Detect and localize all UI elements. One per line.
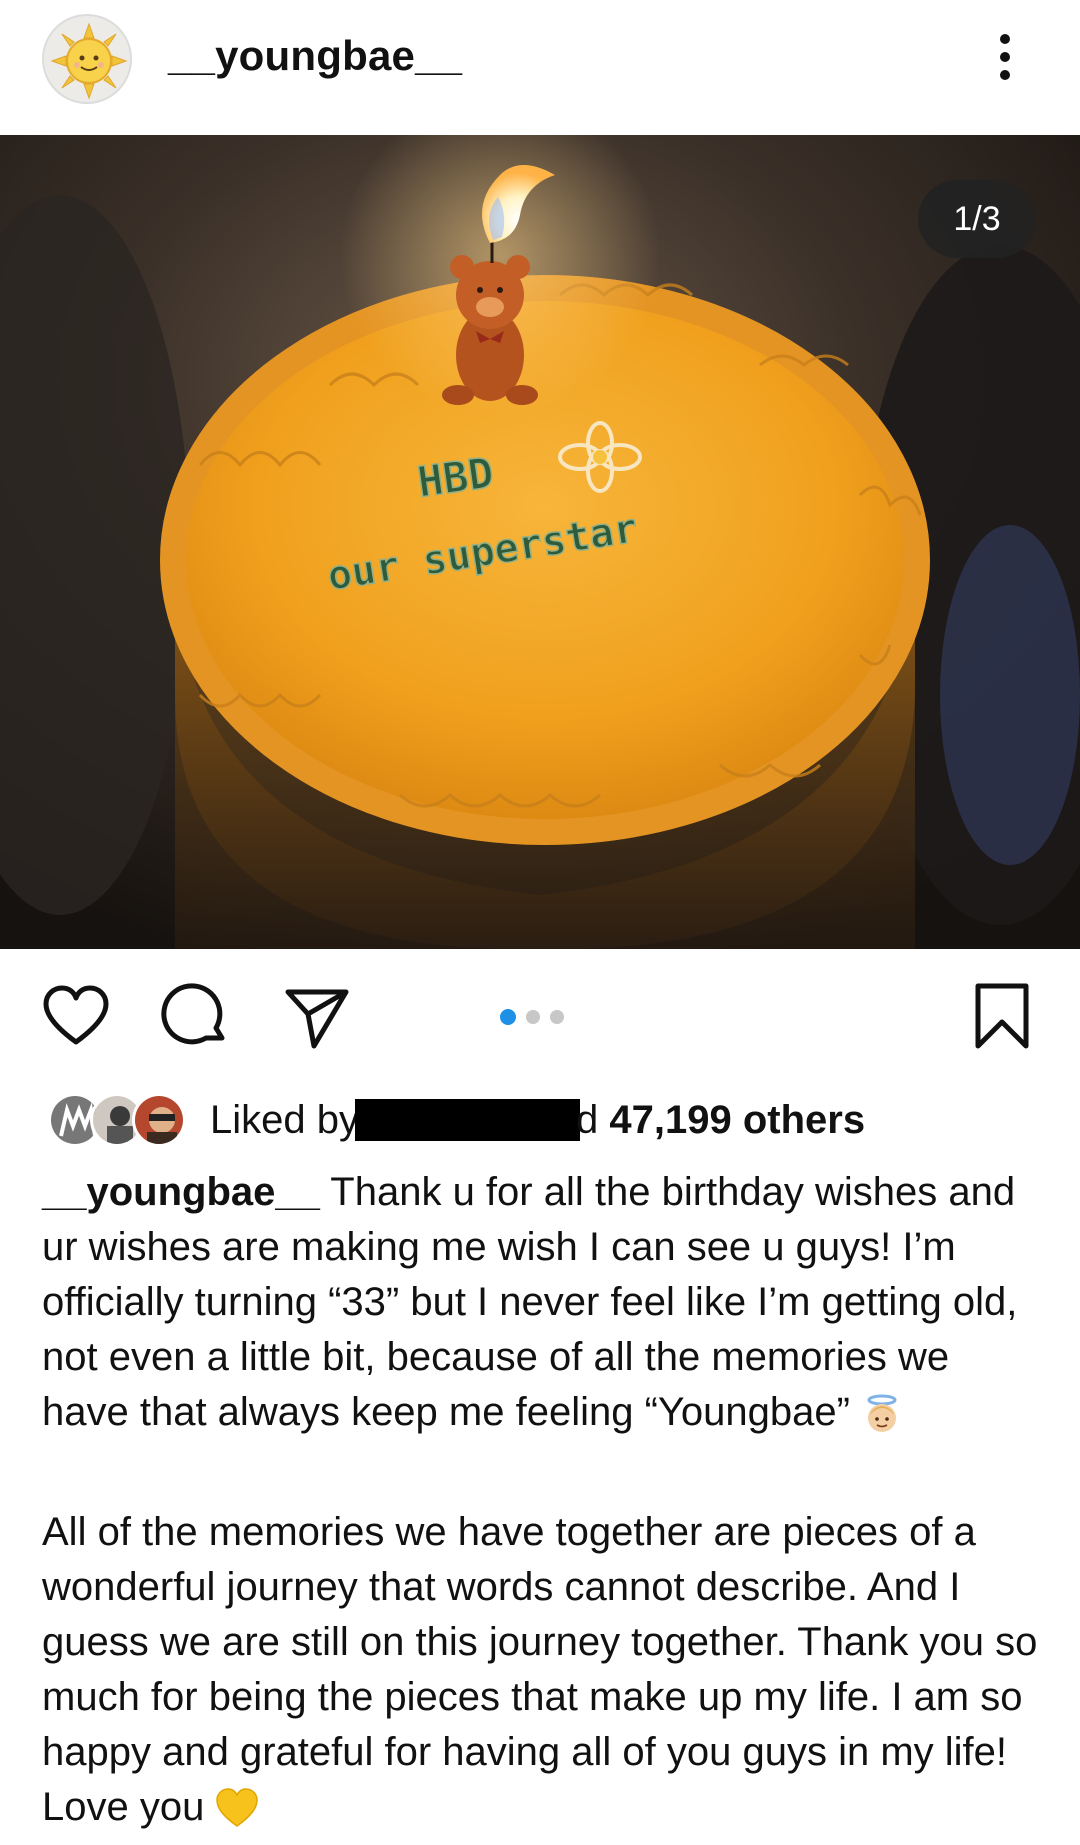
- send-icon[interactable]: [280, 980, 352, 1052]
- sun-avatar-icon: [44, 16, 130, 102]
- cake-photo: HBD our superstar: [0, 135, 1080, 949]
- heart-icon[interactable]: [40, 980, 112, 1052]
- bookmark-icon[interactable]: [966, 980, 1038, 1052]
- liked-by-text[interactable]: Liked by d 47,199 others: [210, 1098, 865, 1143]
- liker-avatar: [132, 1093, 186, 1147]
- redacted-username: [354, 1099, 580, 1141]
- liked-by-prefix: Liked by: [210, 1098, 359, 1142]
- cake-message-line1: HBD: [415, 448, 497, 507]
- likes-count[interactable]: 47,199 others: [609, 1098, 865, 1142]
- action-bar: [0, 970, 1080, 1060]
- post-photo[interactable]: HBD our superstar: [0, 135, 1080, 949]
- caption-paragraph-2: All of the memories we have together are…: [42, 1505, 1042, 1845]
- caption-paragraph-1: __youngbae__ Thank u for all the birthda…: [42, 1165, 1042, 1450]
- post-caption: __youngbae__ Thank u for all the birthda…: [42, 1165, 1042, 1845]
- carousel-dot[interactable]: [526, 1010, 540, 1024]
- carousel-dot-active[interactable]: [500, 1009, 516, 1025]
- post-username[interactable]: __youngbae__: [168, 32, 462, 80]
- comment-icon[interactable]: [160, 980, 232, 1052]
- profile-avatar[interactable]: [42, 14, 132, 104]
- caption-author[interactable]: __youngbae__: [42, 1170, 320, 1214]
- slide-counter: 1/3: [918, 180, 1036, 258]
- likes-row[interactable]: Liked by d 47,199 others: [48, 1090, 1048, 1150]
- yellow-heart-icon: [215, 1786, 259, 1845]
- angel-emoji-icon: [861, 1393, 903, 1450]
- caption-text-2: All of the memories we have together are…: [42, 1510, 1038, 1829]
- liked-by-suffix: d: [575, 1098, 599, 1142]
- more-vertical-icon[interactable]: [990, 30, 1020, 86]
- carousel-dot[interactable]: [550, 1010, 564, 1024]
- post-header: __youngbae__: [0, 0, 1080, 135]
- carousel-indicator: [500, 1009, 564, 1025]
